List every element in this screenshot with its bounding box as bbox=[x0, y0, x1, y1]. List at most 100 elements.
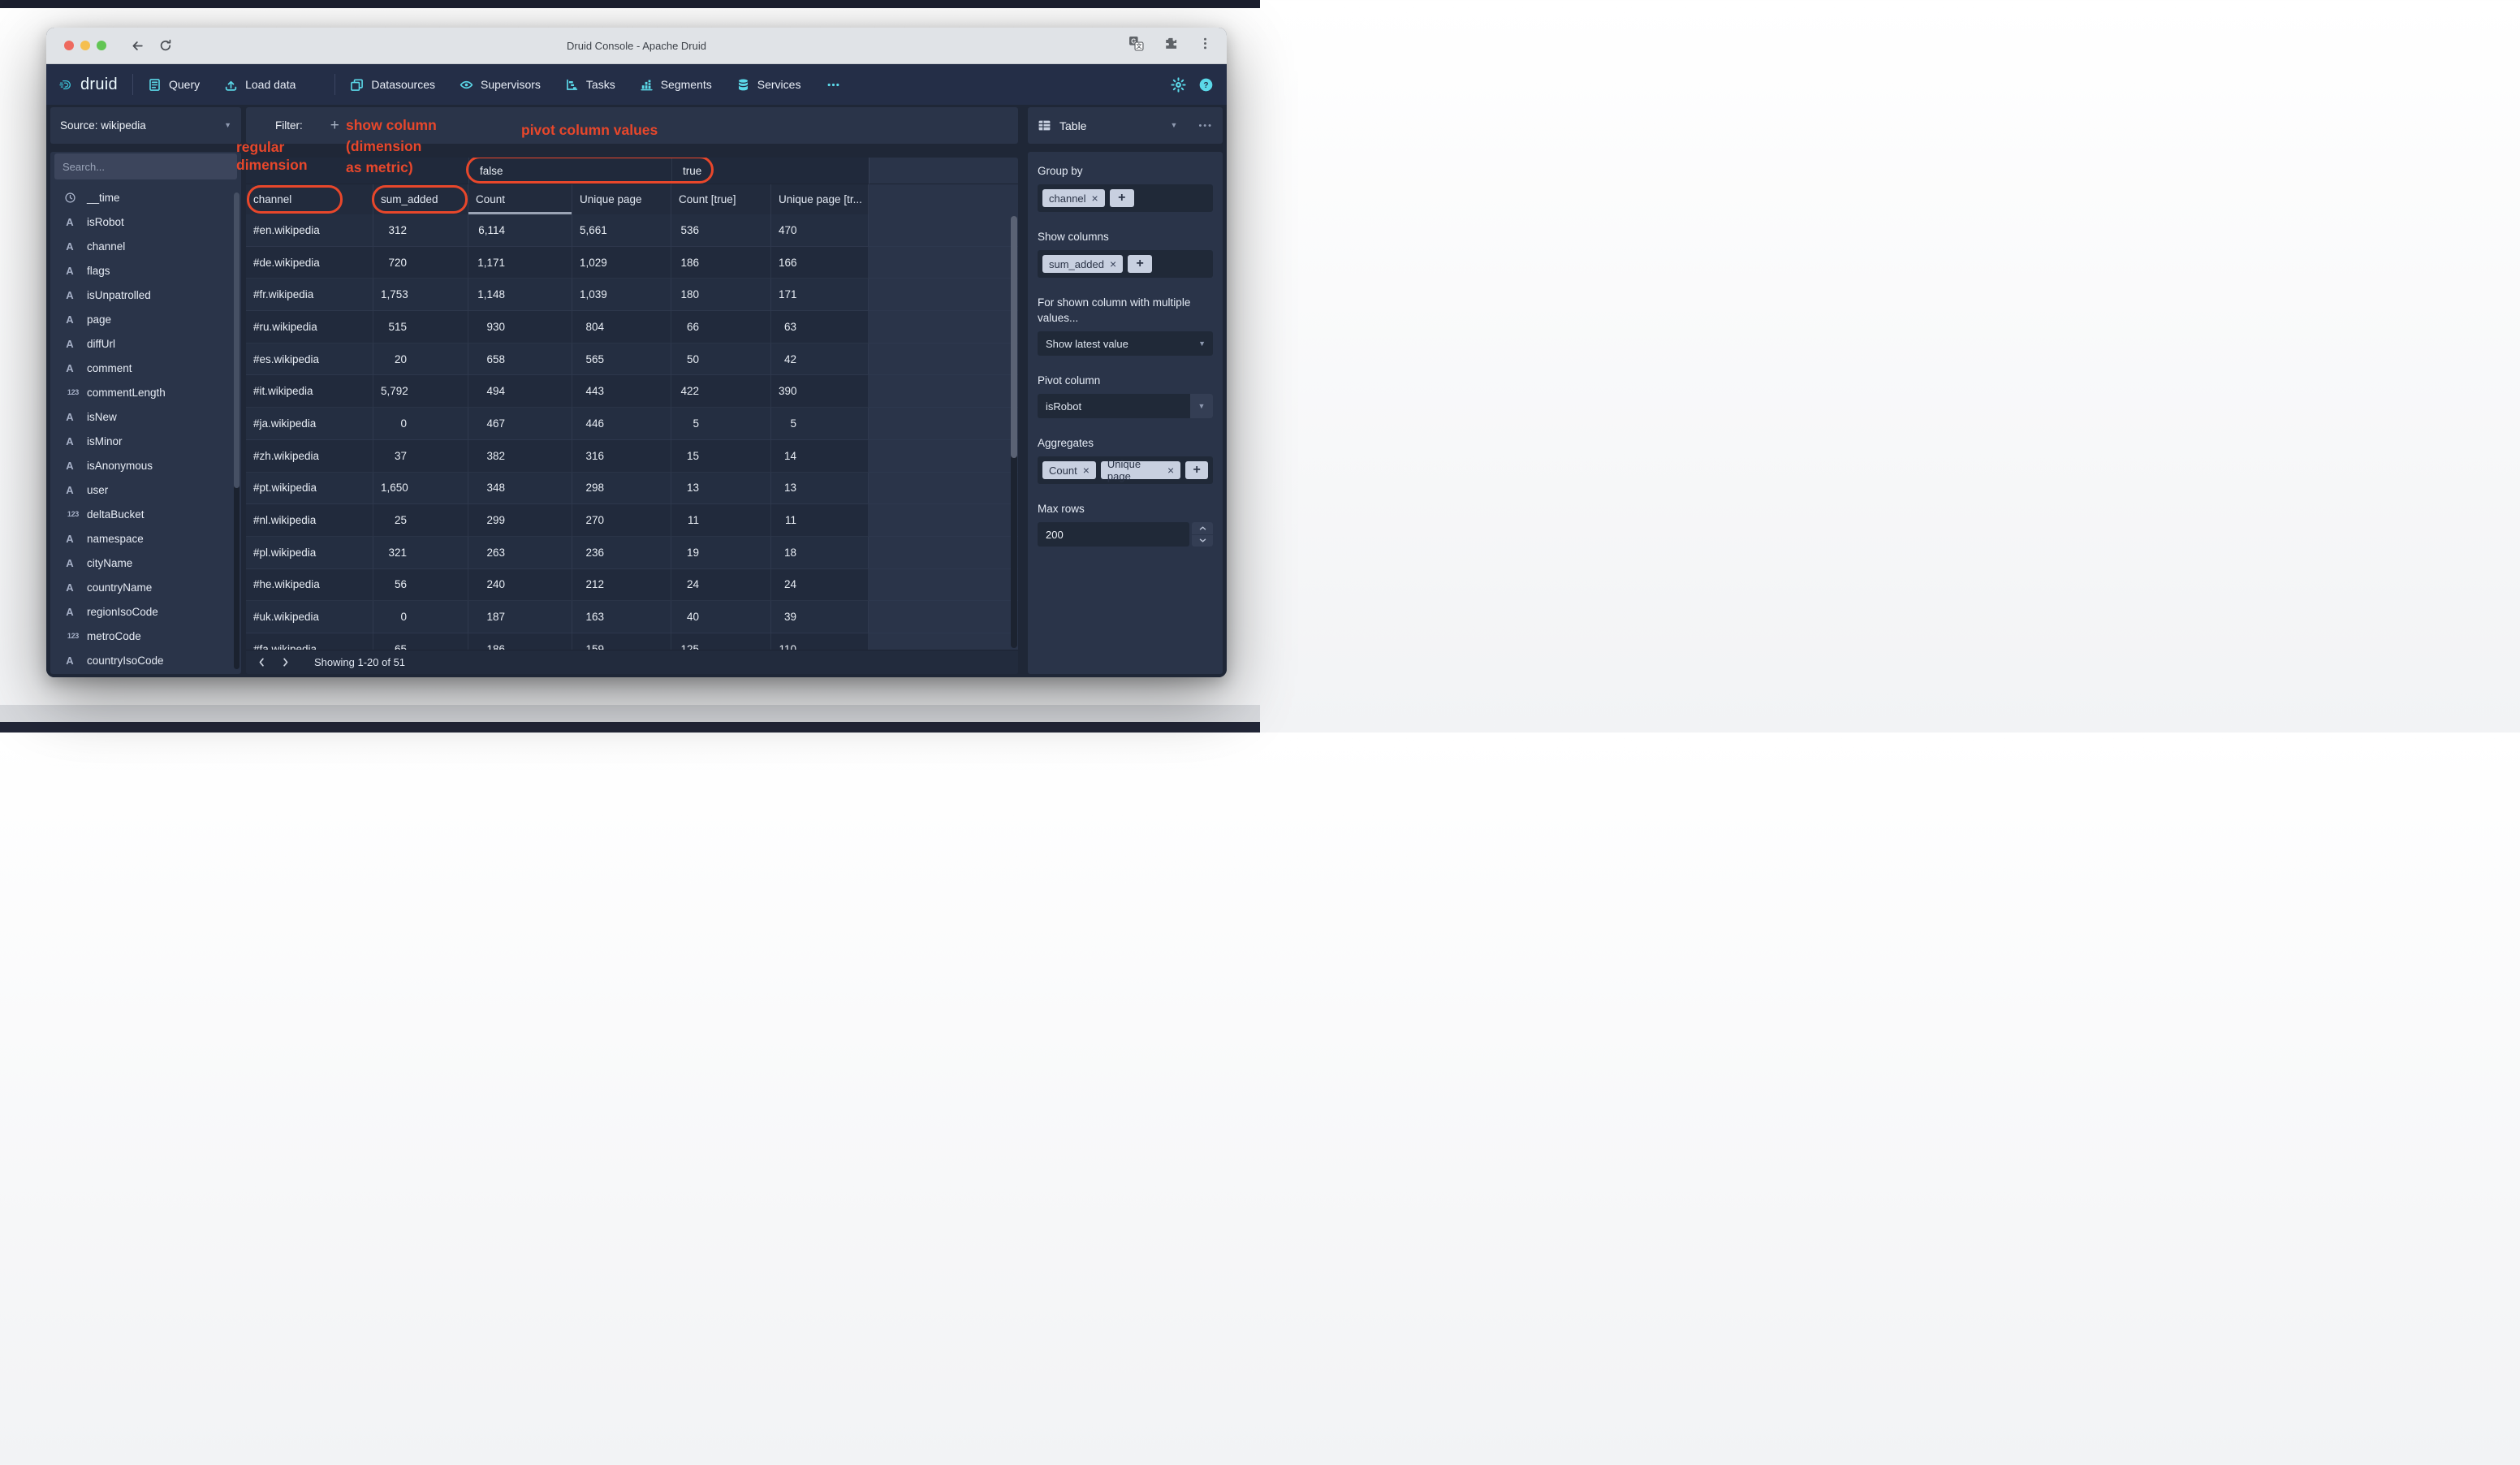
next-page-button[interactable] bbox=[279, 656, 291, 668]
field-item-namespace[interactable]: Anamespace bbox=[50, 526, 241, 551]
table-row[interactable]: #en.wikipedia 312 6,114 5,661 536 470 bbox=[246, 214, 1018, 247]
table-row[interactable]: #ru.wikipedia 515 930 804 66 63 bbox=[246, 311, 1018, 344]
table-row[interactable]: #uk.wikipedia 0 187 163 40 39 bbox=[246, 601, 1018, 633]
decrement-button[interactable] bbox=[1192, 534, 1213, 547]
nav-item-query[interactable]: Query bbox=[148, 78, 200, 92]
multi-value-select[interactable]: Show latest value ▼ bbox=[1038, 331, 1213, 356]
row-filler bbox=[869, 504, 1018, 537]
column-header-sum-added[interactable]: sum_added bbox=[373, 184, 468, 214]
increment-button[interactable] bbox=[1192, 522, 1213, 534]
search-input[interactable] bbox=[54, 153, 237, 179]
field-item-countryisocode[interactable]: AcountryIsoCode bbox=[50, 648, 241, 672]
help-icon[interactable]: ? bbox=[1198, 77, 1214, 93]
zoom-button[interactable] bbox=[97, 41, 106, 50]
column-header-channel[interactable]: channel bbox=[246, 184, 373, 214]
table-row[interactable]: #ja.wikipedia 0 467 446 5 5 bbox=[246, 408, 1018, 440]
value-cell: 515 bbox=[373, 311, 468, 344]
column-header-unique-page[interactable]: Unique page bbox=[572, 184, 671, 214]
remove-tag-icon[interactable]: × bbox=[1083, 465, 1090, 476]
field-item-page[interactable]: Apage bbox=[50, 307, 241, 331]
minimize-button[interactable] bbox=[80, 41, 90, 50]
table-row[interactable]: #it.wikipedia 5,792 494 443 422 390 bbox=[246, 375, 1018, 408]
druid-logo[interactable]: druid bbox=[59, 76, 118, 94]
cell-value: 166 bbox=[779, 256, 797, 269]
table-row[interactable]: #pt.wikipedia 1,650 348 298 13 13 bbox=[246, 472, 1018, 505]
table-row[interactable]: #he.wikipedia 56 240 212 24 24 bbox=[246, 568, 1018, 602]
add-filter-button[interactable]: + bbox=[330, 117, 339, 135]
field-item-time[interactable]: __time bbox=[50, 185, 241, 210]
source-dropdown[interactable]: Source: wikipedia ▼ bbox=[50, 107, 241, 144]
previous-page-button[interactable] bbox=[256, 656, 268, 668]
channel-cell: #fa.wikipedia bbox=[246, 633, 373, 650]
column-header-count[interactable]: Count bbox=[468, 184, 572, 214]
visualization-picker[interactable]: Table ▼ ••• bbox=[1028, 107, 1223, 144]
supervisors-icon bbox=[460, 78, 473, 92]
nav-item-load-data[interactable]: Load data bbox=[224, 78, 296, 92]
extensions-icon[interactable] bbox=[1164, 37, 1178, 54]
scrollbar-thumb[interactable] bbox=[1011, 216, 1017, 458]
scrollbar-thumb[interactable] bbox=[234, 192, 239, 488]
field-item-isrobot[interactable]: AisRobot bbox=[50, 210, 241, 234]
remove-tag-icon[interactable]: × bbox=[1167, 465, 1174, 476]
field-item-comment[interactable]: Acomment bbox=[50, 356, 241, 380]
tag-channel[interactable]: channel × bbox=[1042, 189, 1105, 207]
row-filler bbox=[869, 279, 1018, 312]
string-type-icon: A bbox=[66, 313, 74, 326]
close-button[interactable] bbox=[64, 41, 74, 50]
field-item-isminor[interactable]: AisMinor bbox=[50, 429, 241, 453]
nav-item-segments[interactable]: Segments bbox=[640, 78, 712, 92]
value-cell: 382 bbox=[468, 439, 572, 473]
table-row[interactable]: #nl.wikipedia 25 299 270 11 11 bbox=[246, 504, 1018, 537]
field-item-deltabucket[interactable]: 123 deltaBucket bbox=[50, 502, 241, 526]
tag-unique-page[interactable]: Unique page × bbox=[1100, 458, 1181, 482]
reload-button[interactable] bbox=[155, 35, 176, 56]
field-item-user[interactable]: Auser bbox=[50, 478, 241, 502]
translate-icon[interactable]: G文 bbox=[1128, 36, 1144, 55]
field-item-countryname[interactable]: AcountryName bbox=[50, 575, 241, 599]
table-row[interactable]: #de.wikipedia 720 1,171 1,029 186 166 bbox=[246, 246, 1018, 279]
table-row[interactable]: #pl.wikipedia 321 263 236 19 18 bbox=[246, 536, 1018, 569]
tag-count[interactable]: Count × bbox=[1042, 461, 1096, 479]
nav-item-supervisors[interactable]: Supervisors bbox=[460, 78, 541, 92]
table-row[interactable]: #fr.wikipedia 1,753 1,148 1,039 180 171 bbox=[246, 279, 1018, 312]
add-tag-button[interactable]: + bbox=[1128, 255, 1153, 273]
chevron-down-button[interactable]: ▼ bbox=[1190, 394, 1213, 418]
field-item-flags[interactable]: Aflags bbox=[50, 258, 241, 283]
remove-tag-icon[interactable]: × bbox=[1092, 192, 1098, 204]
settings-gear-icon[interactable] bbox=[1171, 76, 1186, 93]
column-header-unique-page-tr[interactable]: Unique page [tr... bbox=[771, 184, 869, 214]
nav-item-tasks[interactable]: Tasks bbox=[565, 78, 615, 92]
column-header-count-true[interactable]: Count [true] bbox=[671, 184, 771, 214]
value-cell: 348 bbox=[468, 472, 572, 505]
divider bbox=[132, 74, 133, 95]
table-row[interactable]: #zh.wikipedia 37 382 316 15 14 bbox=[246, 439, 1018, 473]
field-item-cityname[interactable]: AcityName bbox=[50, 551, 241, 575]
field-item-diffurl[interactable]: AdiffUrl bbox=[50, 331, 241, 356]
browser-menu-icon[interactable] bbox=[1198, 37, 1212, 54]
field-item-isanonymous[interactable]: AisAnonymous bbox=[50, 453, 241, 478]
table-row[interactable]: #fa.wikipedia 65 186 159 125 110 bbox=[246, 633, 1018, 650]
query-icon bbox=[148, 78, 162, 92]
string-type-icon: A bbox=[66, 288, 74, 301]
table-row[interactable]: #es.wikipedia 20 658 565 50 42 bbox=[246, 343, 1018, 376]
cell-value: 39 bbox=[783, 611, 796, 624]
remove-tag-icon[interactable]: × bbox=[1110, 258, 1116, 270]
field-label: regionIsoCode bbox=[87, 605, 158, 618]
field-item-commentlength[interactable]: 123 commentLength bbox=[50, 380, 241, 404]
add-tag-button[interactable]: + bbox=[1109, 189, 1134, 207]
more-menu-icon[interactable] bbox=[826, 78, 840, 92]
field-item-isnew[interactable]: AisNew bbox=[50, 404, 241, 429]
nav-item-services[interactable]: Services bbox=[736, 78, 800, 92]
field-item-regionisocode[interactable]: AregionIsoCode bbox=[50, 599, 241, 624]
add-tag-button[interactable]: + bbox=[1185, 461, 1208, 479]
field-item-metrocode[interactable]: 123 metroCode bbox=[50, 624, 241, 648]
tag-sum-added[interactable]: sum_added × bbox=[1042, 255, 1124, 273]
max-rows-input[interactable]: 200 bbox=[1038, 522, 1189, 547]
field-item-channel[interactable]: Achannel bbox=[50, 234, 241, 258]
field-item-isunpatrolled[interactable]: AisUnpatrolled bbox=[50, 283, 241, 307]
back-button[interactable] bbox=[127, 35, 148, 56]
nav-item-datasources[interactable]: Datasources bbox=[350, 78, 435, 92]
panel-more-icon[interactable]: ••• bbox=[1198, 121, 1213, 131]
pivot-column-select[interactable]: isRobot ▼ bbox=[1038, 394, 1213, 418]
cell-value: 470 bbox=[779, 223, 797, 236]
